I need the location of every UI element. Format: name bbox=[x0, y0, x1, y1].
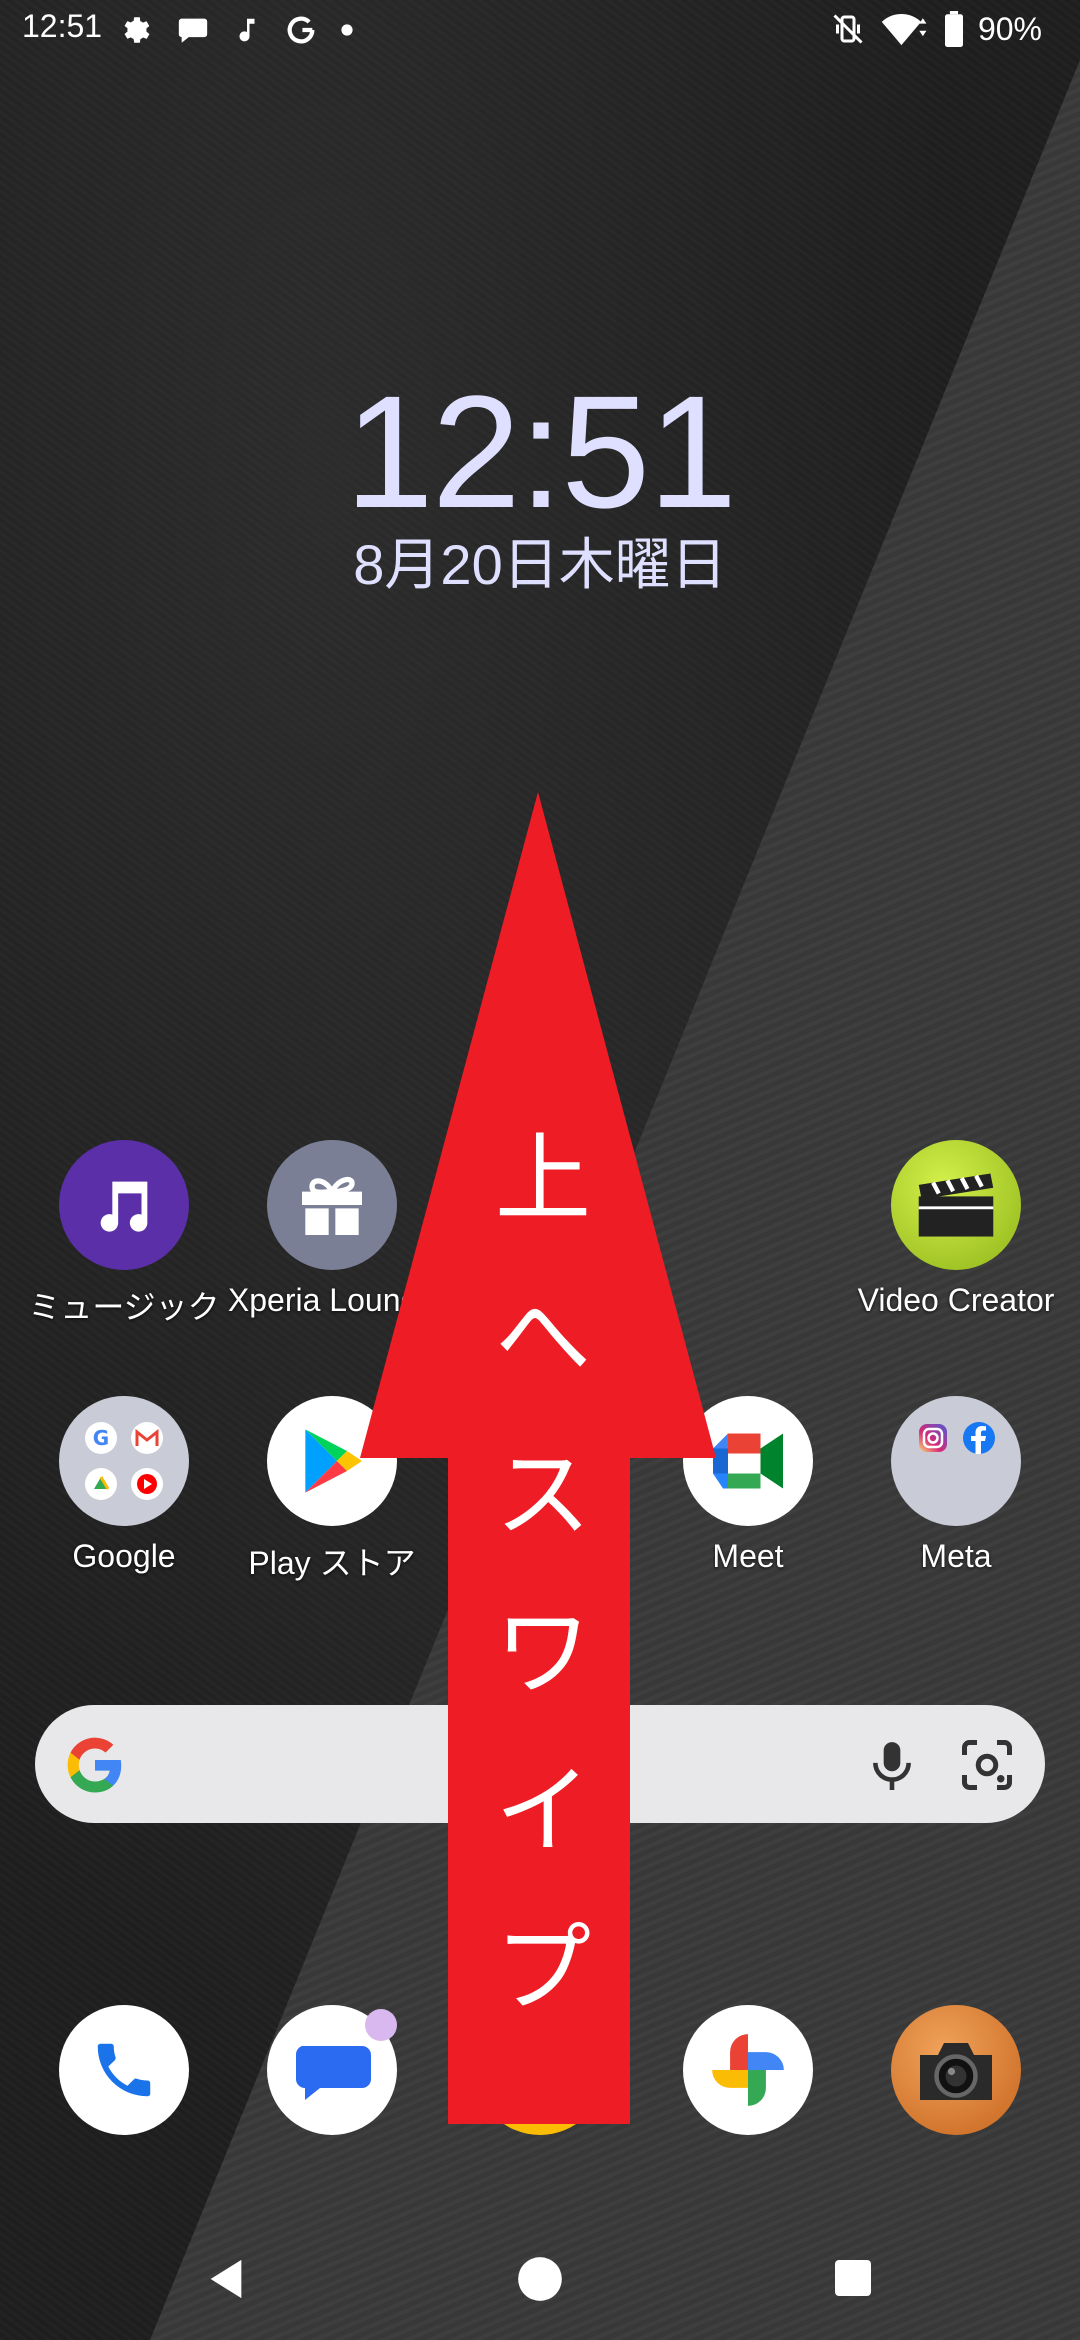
swipe-char: プ bbox=[495, 1913, 591, 2025]
swipe-char: ワ bbox=[495, 1597, 591, 1709]
swipe-char: イ bbox=[495, 1755, 591, 1867]
swipe-char: へ bbox=[495, 1281, 591, 1393]
swipe-up-text: 上 へ ス ワ イ プ bbox=[448, 1100, 638, 2048]
swipe-char: 上 bbox=[495, 1123, 591, 1235]
swipe-char: ス bbox=[495, 1439, 591, 1551]
